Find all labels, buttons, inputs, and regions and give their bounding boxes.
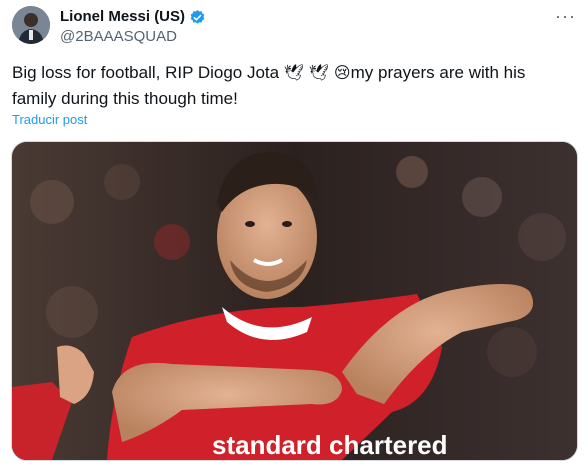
photo-image: standard chartered xyxy=(12,142,577,460)
author-handle[interactable]: @2BAAASQUAD xyxy=(60,27,177,47)
author-display-name[interactable]: Lionel Messi (US) xyxy=(60,7,185,27)
author-name-row[interactable]: Lionel Messi (US) xyxy=(60,7,206,27)
avatar[interactable] xyxy=(12,6,50,44)
more-options-button[interactable]: ··· xyxy=(555,6,576,27)
verified-badge-icon xyxy=(190,9,205,24)
dove-emoji-icon: 🕊 xyxy=(308,63,330,82)
dove-emoji-icon: 🕊 xyxy=(283,63,305,82)
post-text: Big loss for football, RIP Diogo Jota 🕊 … xyxy=(12,60,572,112)
avatar-image xyxy=(12,6,50,44)
translate-post-link[interactable]: Traducir post xyxy=(12,112,87,127)
more-horizontal-icon: ··· xyxy=(555,6,576,26)
post-text-part1: Big loss for football, RIP Diogo Jota xyxy=(12,63,284,82)
jersey-sponsor-text: standard chartered xyxy=(212,430,448,460)
post-photo[interactable]: standard chartered xyxy=(11,141,578,461)
crying-face-emoji-icon: 😢 xyxy=(333,63,351,82)
